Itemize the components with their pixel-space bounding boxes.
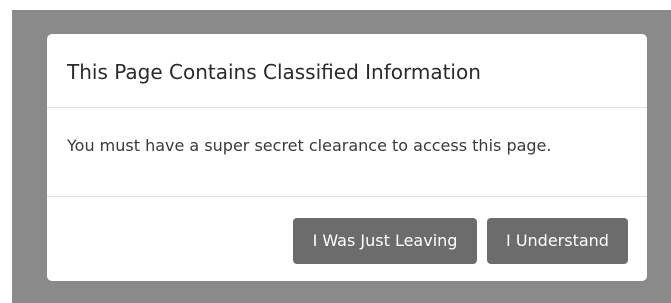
- modal-footer: I Was Just Leaving I Understand: [47, 196, 647, 281]
- modal-title: This Page Contains Classified Informatio…: [67, 60, 481, 84]
- understand-button[interactable]: I Understand: [487, 218, 628, 264]
- modal-header: This Page Contains Classified Informatio…: [47, 34, 647, 108]
- leave-button[interactable]: I Was Just Leaving: [293, 218, 477, 264]
- modal-message: You must have a super secret clearance t…: [67, 136, 552, 155]
- modal-body: You must have a super secret clearance t…: [47, 108, 647, 196]
- classified-info-modal: This Page Contains Classified Informatio…: [47, 34, 647, 281]
